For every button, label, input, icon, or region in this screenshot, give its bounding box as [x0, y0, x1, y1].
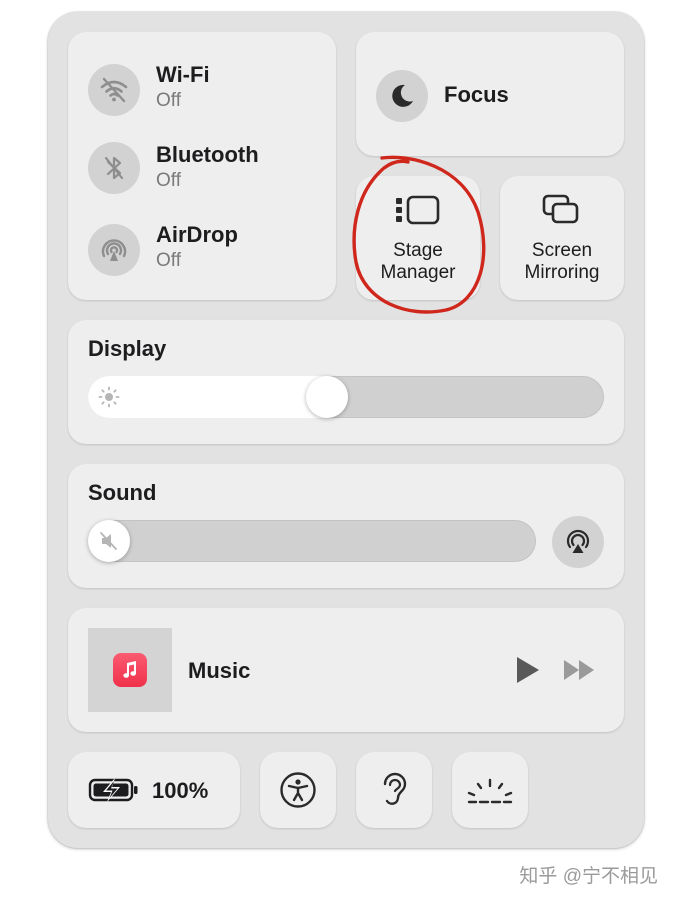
screen-mirroring-tile[interactable]: Screen Mirroring: [500, 176, 624, 300]
airplay-audio-icon: [566, 529, 590, 553]
screen-mirroring-label-1: Screen: [531, 240, 593, 261]
wifi-toggle[interactable]: [88, 64, 140, 116]
ear-icon: [383, 772, 407, 805]
sound-title: Sound: [88, 480, 157, 505]
focus-label: Focus: [444, 82, 509, 107]
keyboard-brightness-icon: [467, 778, 513, 804]
moon-icon: [392, 84, 413, 107]
sun-icon: [98, 386, 120, 408]
brightness-slider[interactable]: [88, 376, 604, 418]
music-app-icon: [113, 653, 147, 687]
stage-manager-label-2: Manager: [380, 262, 456, 283]
focus-icon-circle: [376, 70, 428, 122]
wifi-status: Off: [156, 90, 181, 111]
fast-forward-icon[interactable]: [562, 658, 598, 682]
brightness-knob[interactable]: [306, 376, 349, 418]
display-title: Display: [88, 336, 167, 361]
album-art: [88, 628, 172, 712]
focus-tile[interactable]: Focus: [356, 32, 624, 156]
battery-percent: 100%: [152, 778, 209, 803]
bluetooth-off-icon: [104, 156, 124, 180]
sound-tile: Sound: [68, 464, 624, 588]
keyboard-brightness-tile[interactable]: [452, 752, 528, 828]
bluetooth-toggle[interactable]: [88, 142, 140, 194]
volume-slider[interactable]: [88, 520, 536, 562]
airdrop-toggle[interactable]: [88, 224, 140, 276]
stage-manager-label-1: Stage: [393, 240, 443, 261]
watermark: 知乎 @宁不相见: [519, 866, 658, 887]
battery-charging-icon: [88, 778, 138, 802]
stage-manager-tile[interactable]: Stage Manager: [356, 176, 480, 300]
airdrop-icon: [101, 239, 127, 261]
speaker-muted-icon: [100, 532, 117, 550]
wifi-off-icon: [100, 77, 128, 103]
stage-manager-icon: [396, 195, 440, 225]
accessibility-icon: [280, 772, 316, 808]
play-icon[interactable]: [514, 655, 542, 685]
accessibility-tile[interactable]: [260, 752, 336, 828]
music-note-icon: [123, 661, 136, 678]
connectivity-tile: Wi-Fi Off Bluetooth Off AirDrop Off: [68, 32, 336, 300]
screen-mirroring-icon: [542, 194, 579, 224]
airdrop-status: Off: [156, 250, 181, 271]
screen-mirroring-label-2: Mirroring: [524, 262, 600, 283]
hearing-tile[interactable]: [356, 752, 432, 828]
bluetooth-status: Off: [156, 170, 181, 191]
airdrop-label: AirDrop: [156, 222, 238, 247]
audio-output-button[interactable]: [552, 516, 604, 568]
now-playing-tile: Music: [68, 608, 624, 732]
display-tile: Display: [68, 320, 624, 444]
wifi-label: Wi-Fi: [156, 62, 210, 87]
music-app-label: Music: [188, 658, 251, 683]
bluetooth-label: Bluetooth: [156, 142, 259, 167]
battery-tile[interactable]: 100%: [68, 752, 240, 828]
